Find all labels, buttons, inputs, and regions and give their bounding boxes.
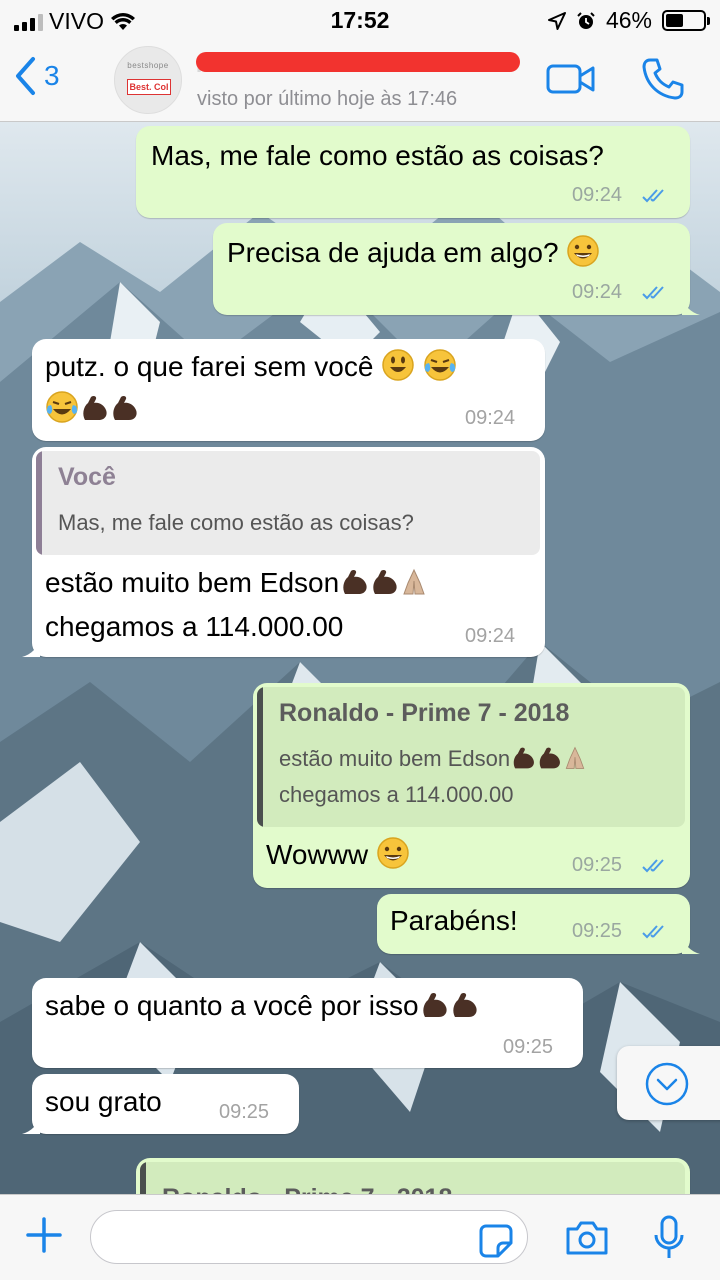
battery-icon	[662, 10, 710, 31]
flexed-biceps-icon	[83, 395, 107, 420]
battery-percent: 46%	[605, 7, 652, 33]
quote-text: Mas, me fale como estão as coisas?	[58, 510, 414, 535]
message-text: Parabéns!	[390, 905, 518, 936]
message-emojis	[45, 387, 139, 431]
flexed-biceps-icon	[539, 747, 561, 769]
chevron-left-icon	[16, 57, 35, 95]
message-text: sou grato	[45, 1086, 162, 1117]
scroll-to-bottom-button[interactable]	[617, 1046, 720, 1120]
message-text-content: sabe o quanto a você por isso	[45, 990, 419, 1021]
double-check-icon	[642, 286, 664, 300]
battery-fill	[666, 14, 683, 27]
message-incoming-reply[interactable]: Você Mas, me fale como estão as coisas? …	[22, 447, 545, 657]
plus-icon[interactable]	[24, 1215, 64, 1255]
message-time: 09:25	[572, 920, 623, 942]
message-text-content: Wowww	[266, 839, 369, 870]
folded-hands-icon	[403, 568, 425, 595]
double-check-icon	[642, 189, 664, 203]
quote-bar	[257, 687, 263, 827]
microphone-icon[interactable]	[652, 1215, 686, 1261]
avatar-logo-line2: Best. Col	[127, 79, 171, 95]
flexed-biceps-icon	[422, 992, 447, 1017]
flexed-biceps-icon	[113, 395, 137, 420]
avatar[interactable]: bestshope Best. Col	[114, 46, 182, 114]
message-incoming[interactable]: putz. o que farei sem você 09:24	[32, 339, 545, 441]
message-text: Wowww	[266, 833, 410, 877]
message-text-content: Precisa de ajuda em algo?	[227, 237, 559, 268]
message-time: 09:24	[465, 625, 516, 647]
message-text: sabe o quanto a você por isso	[45, 984, 479, 1028]
quote-author: Ronaldo - Prime 7 - 2018	[279, 699, 570, 727]
chevron-down-circle-icon	[645, 1062, 689, 1106]
smiley-face-icon	[382, 349, 414, 381]
alarm-icon	[577, 11, 595, 29]
message-outgoing-reply[interactable]: Ronaldo - Prime 7 - 2018 estão muito bem…	[253, 683, 690, 888]
camera-icon[interactable]	[564, 1219, 610, 1257]
last-seen-status: visto por último hoje às 17:46	[197, 88, 458, 110]
message-time: 09:25	[219, 1101, 270, 1123]
message-text-line2: chegamos a 114.000.00	[45, 611, 344, 642]
quoted-message[interactable]: Ronaldo - Prime 7 - 2018 estão muito bem…	[257, 687, 685, 827]
message-text-content: estão muito bem Edson	[45, 567, 340, 598]
status-bar: VIVO 17:52 46%	[0, 0, 720, 40]
phone-icon[interactable]	[640, 56, 686, 102]
quote-text-content: estão muito bem Edson	[279, 746, 511, 771]
bubble-tail	[22, 1116, 40, 1134]
message-incoming[interactable]: sabe o quanto a você por isso 09:25	[32, 978, 583, 1068]
message-time: 09:25	[503, 1036, 554, 1058]
message-time: 09:24	[572, 281, 623, 303]
message-outgoing[interactable]: Precisa de ajuda em algo? 09:24	[213, 223, 700, 315]
quote-text-line2: chegamos a 114.000.00	[279, 782, 514, 807]
message-time: 09:25	[572, 854, 623, 876]
contact-name[interactable]: Ronaldo - Prime 7 - 2018	[196, 52, 520, 77]
grinning-face-icon	[377, 837, 409, 869]
quote-text: estão muito bem Edson	[279, 741, 588, 776]
bubble-tail	[22, 639, 40, 657]
unread-count: 3	[44, 60, 60, 91]
bubble-tail	[682, 936, 700, 954]
quote-author: Você	[58, 463, 116, 491]
back-button[interactable]: 3	[14, 56, 60, 96]
message-text-content: putz. o que farei sem você	[45, 351, 374, 382]
double-check-icon	[642, 859, 664, 873]
flexed-biceps-icon	[513, 747, 535, 769]
tears-of-joy-icon	[46, 391, 78, 423]
chat-header: 3 bestshope Best. Col Ronaldo - Prime 7 …	[0, 40, 720, 122]
location-arrow-icon	[547, 11, 566, 30]
tears-of-joy-icon	[424, 349, 456, 381]
message-incoming[interactable]: sou grato 09:25	[22, 1074, 299, 1134]
status-right: 46%	[547, 7, 710, 34]
message-time: 09:24	[572, 184, 623, 206]
quoted-message[interactable]: Você Mas, me fale como estão as coisas?	[36, 451, 540, 555]
message-text: Mas, me fale como estão as coisas?	[151, 140, 604, 171]
bubble-tail	[682, 297, 700, 315]
folded-hands-icon	[565, 746, 585, 769]
message-outgoing[interactable]: Parabéns! 09:25	[377, 894, 700, 954]
message-text: putz. o que farei sem você	[45, 345, 457, 389]
message-input[interactable]	[90, 1210, 528, 1264]
flexed-biceps-icon	[343, 569, 367, 594]
message-outgoing[interactable]: Mas, me fale como estão as coisas? 09:24	[136, 126, 690, 218]
sticker-icon[interactable]	[478, 1223, 514, 1259]
quote-bar	[36, 451, 42, 555]
avatar-logo-line1: bestshope	[127, 61, 169, 70]
flexed-biceps-icon	[452, 992, 477, 1017]
message-time: 09:24	[465, 407, 516, 429]
video-camera-icon[interactable]	[546, 64, 596, 94]
flexed-biceps-icon	[373, 569, 397, 594]
redaction-mark	[196, 52, 520, 72]
message-text: estão muito bem Edson	[45, 561, 429, 605]
double-check-icon	[642, 925, 664, 939]
message-input-bar	[0, 1194, 720, 1280]
message-text: Precisa de ajuda em algo?	[227, 231, 600, 275]
grinning-face-icon	[567, 235, 600, 267]
